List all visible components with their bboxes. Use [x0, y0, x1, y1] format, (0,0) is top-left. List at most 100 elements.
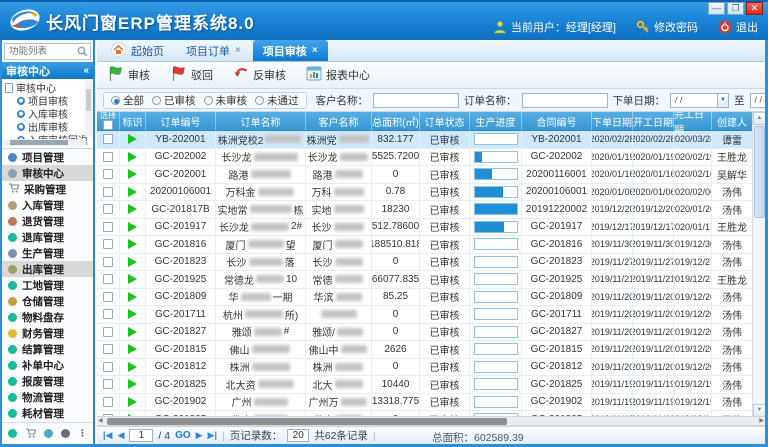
- tab-起始页[interactable]: 起始页: [101, 40, 174, 61]
- radio-未审核[interactable]: 未审核: [204, 93, 248, 108]
- sidebar-item-耗材管理[interactable]: 耗材管理: [2, 405, 93, 421]
- table-row[interactable]: GC-201816厦门望厦门188510.818已审核GC-2018162019…: [97, 236, 752, 254]
- tree-vertical-scrollbar[interactable]: [85, 81, 92, 137]
- sidebar-item-生产管理[interactable]: 生产管理: [2, 245, 93, 261]
- close-tab-icon[interactable]: ×: [235, 45, 241, 56]
- scroll-down-icon[interactable]: ▼: [753, 404, 765, 417]
- last-page-button[interactable]: ▶|: [208, 430, 217, 441]
- table-row[interactable]: GC-201827雅颂#雅颂/0已审核GC-2018272019/11/2020…: [97, 324, 752, 342]
- radio-全部[interactable]: 全部: [111, 93, 144, 108]
- horizontal-scroll-thumb[interactable]: [107, 418, 507, 425]
- tab-项目订单[interactable]: 项目订单×: [176, 40, 251, 61]
- sidebar-item-物料盘存[interactable]: 物料盘存: [2, 309, 93, 325]
- scroll-left-icon[interactable]: ◀: [98, 417, 103, 426]
- table-row[interactable]: GC-201809华一期华滨85.25已审核GC-2018092019/11/2…: [97, 289, 752, 307]
- sidebar-item-工地管理[interactable]: 工地管理: [2, 277, 93, 293]
- table-row[interactable]: GC-201817B实地常栋实地18230已审核201912200022019/…: [97, 201, 752, 219]
- table-row[interactable]: GC-201902广州广州万13318.775已审核GC-2019022019/…: [97, 394, 752, 412]
- table-row[interactable]: GC-202002长沙龙长沙龙65525.7200..已审核GC-2020022…: [97, 149, 752, 167]
- sidebar-item-报废管理[interactable]: 报废管理: [2, 373, 93, 389]
- function-search-input[interactable]: [7, 45, 77, 58]
- column-header-创建人[interactable]: 创建人: [712, 112, 752, 130]
- order-date-from-picker[interactable]: / /▼: [670, 93, 729, 108]
- scroll-right-icon[interactable]: ▶: [759, 417, 764, 426]
- page-number-input[interactable]: [129, 429, 153, 442]
- sidebar-item-退货管理[interactable]: 退货管理: [2, 213, 93, 229]
- row-checkbox[interactable]: [103, 204, 113, 214]
- row-checkbox[interactable]: [103, 274, 113, 284]
- table-row[interactable]: YB-202001株洲党校2株洲党832.177已审核YB-2020012020…: [97, 131, 752, 149]
- building-icon[interactable]: [61, 429, 70, 438]
- maximize-button[interactable]: ❐: [727, 2, 744, 15]
- table-row[interactable]: GC-201917长沙龙2#长沙8512.78600..已审核GC-201917…: [97, 219, 752, 237]
- row-checkbox[interactable]: [103, 379, 113, 389]
- prev-page-button[interactable]: ◀: [117, 430, 124, 441]
- radio-已审核[interactable]: 已审核: [152, 93, 196, 108]
- sidebar-item-出库管理[interactable]: 出库管理: [2, 261, 93, 277]
- sidebar-item-结算管理[interactable]: 结算管理: [2, 341, 93, 357]
- 反审核-button[interactable]: 反审核: [233, 66, 286, 85]
- table-row[interactable]: GC-201711杭州所)0已审核GC-2017112019/11/202019…: [97, 306, 752, 324]
- row-checkbox[interactable]: [103, 327, 113, 337]
- row-checkbox[interactable]: [103, 397, 113, 407]
- select-all-checkbox[interactable]: [103, 120, 113, 130]
- tree-horizontal-scrollbar[interactable]: [4, 139, 86, 146]
- row-checkbox[interactable]: [103, 222, 113, 232]
- collapse-icon[interactable]: «: [83, 65, 89, 76]
- table-row[interactable]: GC-201925常德龙10常德266077.835..已审核GC-201925…: [97, 271, 752, 289]
- column-header-客户名称[interactable]: 客户名称: [306, 112, 372, 130]
- table-row[interactable]: GC-201815佛山佛山中2626已审核GC-2018152019/11/20…: [97, 341, 752, 359]
- row-checkbox[interactable]: [103, 187, 113, 197]
- cart-icon[interactable]: [25, 425, 36, 443]
- column-header-订单名称[interactable]: 订单名称: [216, 112, 306, 130]
- column-header-开工日期[interactable]: 开工日期: [633, 112, 674, 130]
- go-button[interactable]: GO: [175, 430, 191, 441]
- customer-name-input[interactable]: [373, 93, 459, 108]
- radio-未通过[interactable]: 未通过: [255, 93, 299, 108]
- table-row[interactable]: GC-201823长沙落长沙0已审核GC-2018232019/11/27201…: [97, 254, 752, 272]
- row-checkbox[interactable]: [103, 152, 113, 162]
- table-row[interactable]: GC-201825北大资北大10440已审核GC-2018252019/11/1…: [97, 376, 752, 394]
- column-header-选择[interactable]: 选择: [97, 112, 120, 130]
- sidebar-item-入库管理[interactable]: 入库管理: [2, 197, 93, 213]
- row-checkbox[interactable]: [103, 257, 113, 267]
- row-checkbox[interactable]: [103, 292, 113, 302]
- column-header-订单状态[interactable]: 订单状态: [420, 112, 470, 130]
- change-password-button[interactable]: 修改密码: [636, 19, 698, 35]
- column-header-完工日期[interactable]: 完工日期: [674, 112, 712, 130]
- logout-button[interactable]: 退出: [718, 19, 758, 35]
- order-date-to-picker[interactable]: / /▼: [750, 93, 766, 108]
- 审核-button[interactable]: 审核: [107, 65, 150, 85]
- sidebar-item-仓储管理[interactable]: 仓储管理: [2, 293, 93, 309]
- 报表中心-button[interactable]: 报表中心: [306, 66, 370, 84]
- column-header-生产进度[interactable]: 生产进度: [470, 112, 522, 130]
- sidebar-item-物流管理[interactable]: 物流管理: [2, 389, 93, 405]
- first-page-button[interactable]: |◀: [103, 430, 112, 441]
- close-button[interactable]: ✕: [746, 2, 763, 15]
- row-checkbox[interactable]: [103, 239, 113, 249]
- column-header-总面积(㎡)[interactable]: 总面积(㎡): [372, 112, 420, 130]
- row-checkbox[interactable]: [103, 362, 113, 372]
- tab-项目审核[interactable]: 项目审核×: [253, 40, 328, 61]
- next-page-button[interactable]: ▶: [196, 430, 203, 441]
- table-row[interactable]: GC-201812株洲株洲0已审核GC-2018122019/11/202019…: [97, 359, 752, 377]
- minimize-button[interactable]: —: [708, 2, 725, 15]
- column-header-下单日期[interactable]: 下单日期: [592, 112, 633, 130]
- overflow-icon[interactable]: ⋮: [78, 429, 87, 438]
- sidebar-item-项目管理[interactable]: 项目管理: [2, 149, 93, 165]
- table-row[interactable]: GC-202001路港路港0已审核202001160012020/01/1620…: [97, 166, 752, 184]
- sidebar-item-财务管理[interactable]: 财务管理: [2, 325, 93, 341]
- column-header-合同编号[interactable]: 合同编号: [522, 112, 592, 130]
- order-name-input[interactable]: [522, 93, 608, 108]
- sidebar-item-补单中心[interactable]: 补单中心: [2, 357, 93, 373]
- sidebar-item-退库管理[interactable]: 退库管理: [2, 229, 93, 245]
- 驳回-button[interactable]: 驳回: [170, 65, 213, 85]
- row-checkbox[interactable]: [103, 134, 113, 144]
- column-header-标识[interactable]: 标识: [120, 112, 146, 130]
- table-row[interactable]: 20200106001万科金万科0.78已审核202001060012020/0…: [97, 184, 752, 202]
- sidebar-item-审核中心[interactable]: 审核中心: [2, 165, 93, 181]
- scroll-up-icon[interactable]: ▲: [753, 112, 765, 125]
- sidebar-item-采购管理[interactable]: 采购管理: [2, 181, 93, 197]
- row-checkbox[interactable]: [103, 169, 113, 179]
- vertical-scroll-thumb[interactable]: [754, 126, 765, 218]
